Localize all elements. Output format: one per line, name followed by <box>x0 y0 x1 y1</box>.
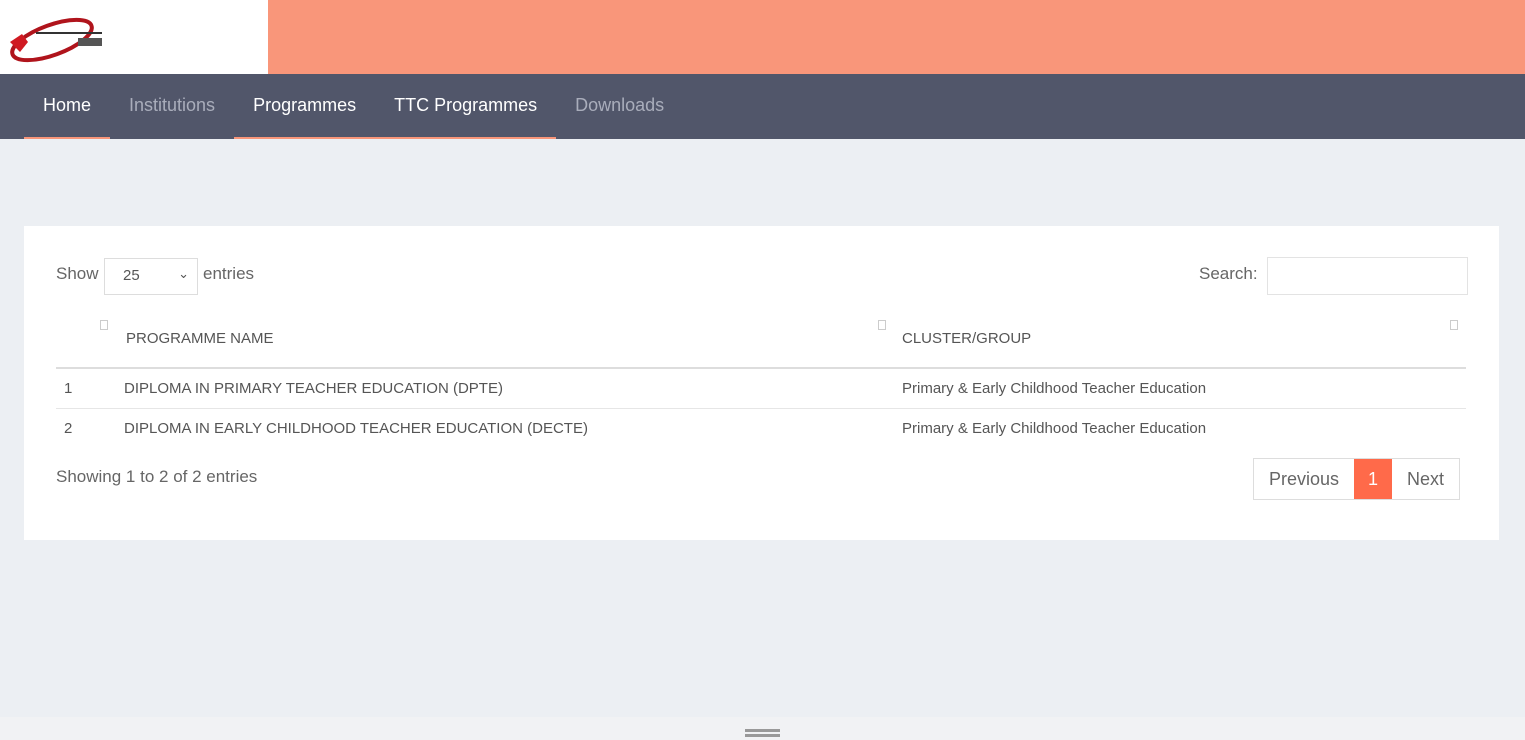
table-info: Showing 1 to 2 of 2 entries <box>56 467 258 486</box>
sort-icon <box>878 320 886 330</box>
bottom-bar <box>0 717 1525 740</box>
cell-programme-name: DIPLOMA IN PRIMARY TEACHER EDUCATION (DP… <box>116 368 894 409</box>
previous-button[interactable]: Previous <box>1254 459 1354 499</box>
show-label: Show <box>56 264 99 283</box>
drag-handle-icon[interactable] <box>745 729 780 737</box>
programmes-card: Show 25 ⌄ entries Search: PROGRAMME NAME … <box>24 226 1499 540</box>
search-label: Search: <box>1199 264 1258 283</box>
header-banner <box>268 0 1525 74</box>
cell-programme-name: DIPLOMA IN EARLY CHILDHOOD TEACHER EDUCA… <box>124 419 588 437</box>
entries-select[interactable]: 25 ⌄ <box>104 258 198 295</box>
cell-cluster: Primary & Early Childhood Teacher Educat… <box>894 368 1466 409</box>
nav-institutions[interactable]: Institutions <box>110 74 234 139</box>
nav-programmes[interactable]: Programmes <box>234 74 376 139</box>
programmes-table: PROGRAMME NAME CLUSTER/GROUP 1 DIPLOMA I… <box>56 308 1466 448</box>
column-header-index[interactable] <box>56 308 116 369</box>
nav-downloads[interactable]: Downloads <box>556 74 683 139</box>
entries-label: entries <box>203 264 255 283</box>
column-header-cluster[interactable]: CLUSTER/GROUP <box>894 308 1466 369</box>
sort-icon <box>1450 320 1458 330</box>
main-nav: Home Institutions Programmes TTC Program… <box>0 74 1525 139</box>
column-header-programme-name[interactable]: PROGRAMME NAME <box>116 308 894 369</box>
nav-home[interactable]: Home <box>24 74 111 139</box>
table-row: 2 DIPLOMA IN EARLY CHILDHOOD TEACHER EDU… <box>56 408 1466 448</box>
cell-index: 2 <box>64 419 73 437</box>
cell-cluster: Primary & Early Childhood Teacher Educat… <box>902 419 1207 437</box>
nav-ttc-programmes[interactable]: TTC Programmes <box>375 74 557 139</box>
entries-value: 25 <box>123 267 140 284</box>
page-1-button[interactable]: 1 <box>1354 459 1393 499</box>
site-logo[interactable] <box>0 0 268 74</box>
pagination: Previous 1 Next <box>1253 458 1461 500</box>
header-label: PROGRAMME NAME <box>126 330 274 347</box>
sort-icon <box>100 320 108 330</box>
chevron-down-icon: ⌄ <box>178 266 189 281</box>
cell-index: 1 <box>56 368 116 409</box>
header-label: CLUSTER/GROUP <box>902 330 1032 347</box>
search-input[interactable] <box>1267 257 1468 295</box>
next-button[interactable]: Next <box>1392 459 1459 499</box>
table-row: 1 DIPLOMA IN PRIMARY TEACHER EDUCATION (… <box>56 368 1466 409</box>
